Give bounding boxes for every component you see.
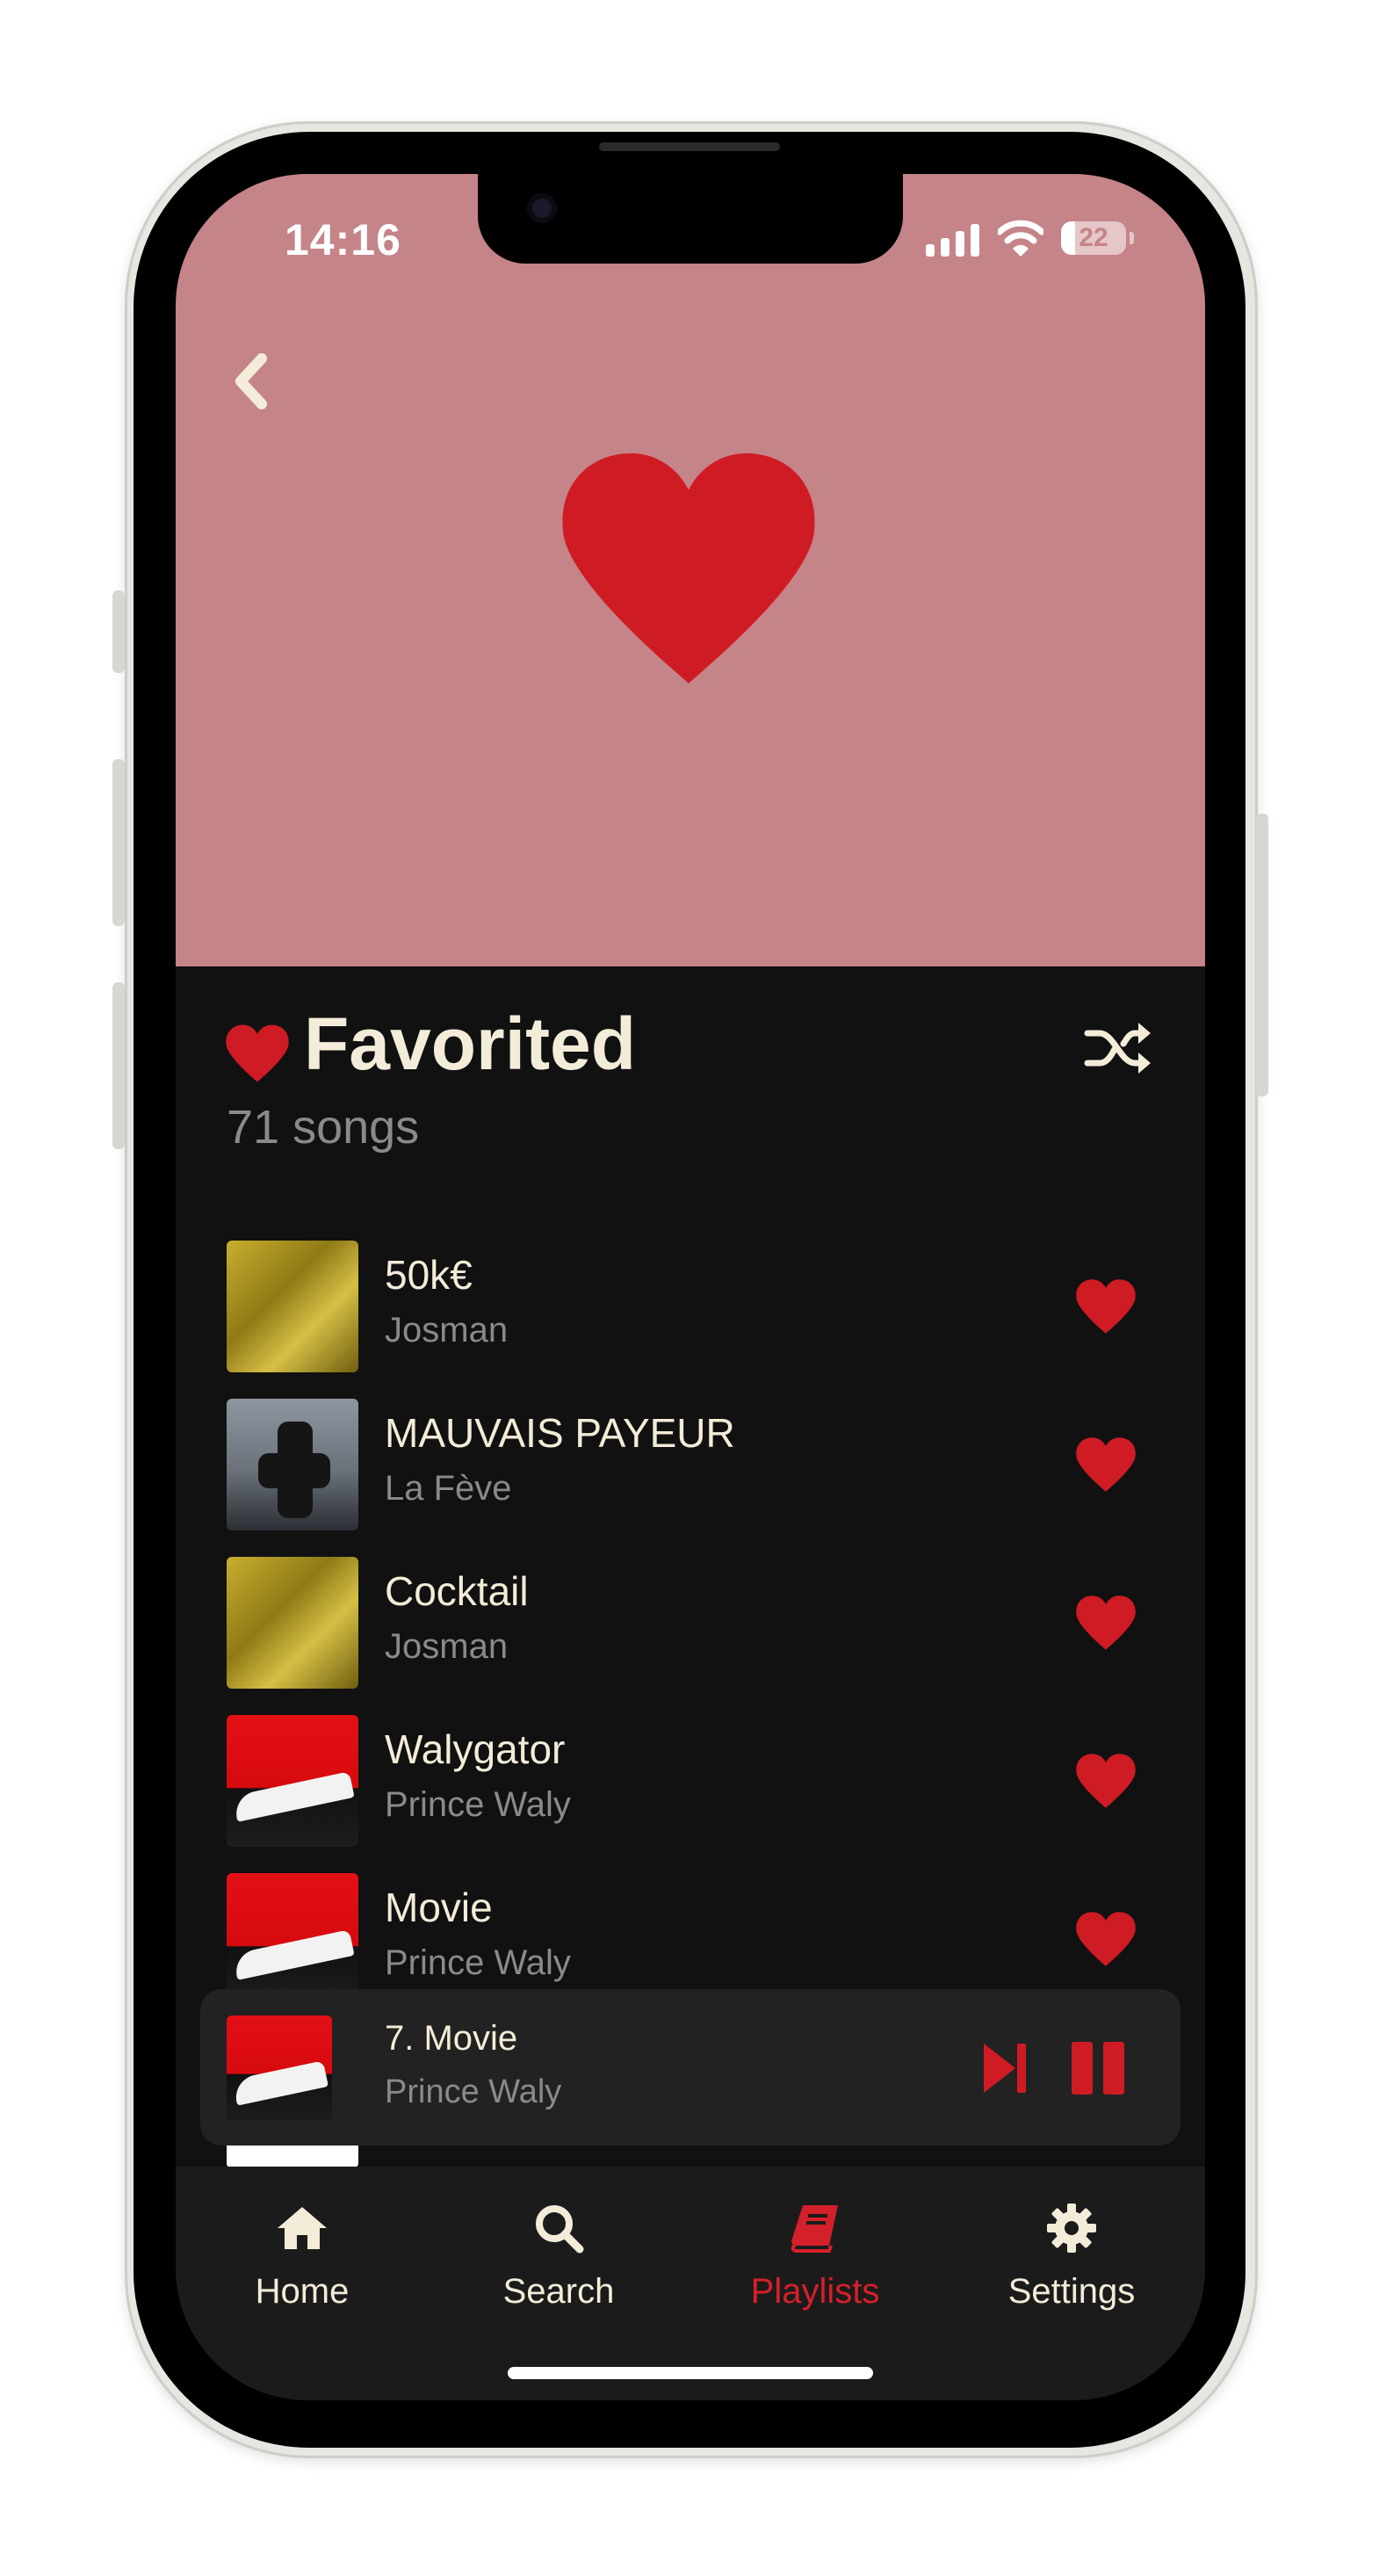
- tab-settings[interactable]: Settings: [975, 2202, 1168, 2325]
- next-list-item-peek: [227, 2145, 358, 2168]
- list-item[interactable]: 50k€ Josman: [176, 1241, 1205, 1374]
- favorite-heart-icon[interactable]: [1075, 1279, 1137, 1334]
- tab-home[interactable]: Home: [206, 2202, 399, 2325]
- pause-icon[interactable]: [1070, 2040, 1126, 2096]
- gear-icon: [1047, 2203, 1096, 2253]
- tab-home-label: Home: [255, 2272, 350, 2311]
- tab-search-label: Search: [502, 2272, 615, 2311]
- song-title: Movie: [385, 1885, 493, 1930]
- favorite-heart-icon[interactable]: [1075, 1912, 1137, 1966]
- song-artist: Prince Waly: [385, 1785, 571, 1824]
- tab-playlists-label: Playlists: [750, 2272, 880, 2311]
- tab-search[interactable]: Search: [462, 2202, 655, 2325]
- playlist-title: Favorited: [304, 1002, 637, 1085]
- song-title: 50k€: [385, 1252, 473, 1298]
- album-art: [227, 1715, 358, 1847]
- song-title: MAUVAIS PAYEUR: [385, 1410, 735, 1456]
- tab-settings-label: Settings: [1007, 2272, 1136, 2311]
- search-icon: [536, 2205, 584, 2254]
- wifi-icon: [998, 220, 1043, 257]
- favorite-heart-icon[interactable]: [1075, 1596, 1137, 1650]
- front-camera: [527, 193, 557, 223]
- song-artist: Josman: [385, 1311, 509, 1350]
- album-art: [227, 1873, 358, 1989]
- side-button-volume-up: [112, 759, 125, 926]
- home-icon: [278, 2207, 327, 2249]
- tab-bar: Home Search Playlists Settings: [176, 2167, 1205, 2400]
- skip-next-icon[interactable]: [982, 2040, 1028, 2096]
- status-time: 14:16: [285, 215, 401, 264]
- now-playing-artist: Prince Waly: [385, 2073, 562, 2110]
- home-indicator[interactable]: [508, 2367, 873, 2379]
- notch: [478, 174, 903, 264]
- list-item[interactable]: Cocktail Josman: [176, 1557, 1205, 1690]
- cellular-signal-icon: [926, 223, 982, 257]
- heart-icon: [562, 453, 815, 684]
- side-button-volume-down: [112, 982, 125, 1149]
- battery-percent: 22: [1079, 223, 1108, 252]
- song-count: 71 songs: [227, 1101, 420, 1154]
- battery-indicator: 22: [1061, 221, 1134, 255]
- album-art: [227, 1241, 358, 1372]
- book-icon: [791, 2205, 838, 2253]
- list-item[interactable]: MAUVAIS PAYEUR La Fève: [176, 1399, 1205, 1532]
- back-chevron-icon[interactable]: [225, 346, 278, 416]
- list-item[interactable]: Walygator Prince Waly: [176, 1715, 1205, 1849]
- shuffle-icon[interactable]: [1084, 1017, 1154, 1079]
- favorite-heart-icon[interactable]: [1075, 1754, 1137, 1808]
- album-art: [227, 1399, 358, 1530]
- battery-fill: [1061, 221, 1076, 255]
- album-art: [227, 1557, 358, 1689]
- now-playing-title: 7. Movie: [385, 2019, 518, 2058]
- song-artist: Prince Waly: [385, 1943, 571, 1982]
- now-playing-art: [227, 2015, 332, 2121]
- song-title: Walygator: [385, 1726, 566, 1772]
- list-item[interactable]: Movie Prince Waly: [176, 1873, 1205, 1989]
- side-button-power: [1256, 814, 1268, 1096]
- song-title: Cocktail: [385, 1568, 529, 1614]
- earpiece: [599, 142, 780, 151]
- favorite-heart-icon[interactable]: [1075, 1437, 1137, 1492]
- playlist-cover: 14:16 22: [176, 174, 1205, 966]
- favorited-heart-icon: [226, 1024, 289, 1082]
- tab-playlists[interactable]: Playlists: [718, 2202, 912, 2325]
- app-screen: 14:16 22 Favorited 71 songs 50k€ Josman …: [176, 174, 1205, 2400]
- song-artist: La Fève: [385, 1469, 512, 1508]
- song-artist: Josman: [385, 1627, 509, 1666]
- side-button-mute: [112, 590, 125, 673]
- mini-player[interactable]: 7. Movie Prince Waly: [200, 1989, 1180, 2145]
